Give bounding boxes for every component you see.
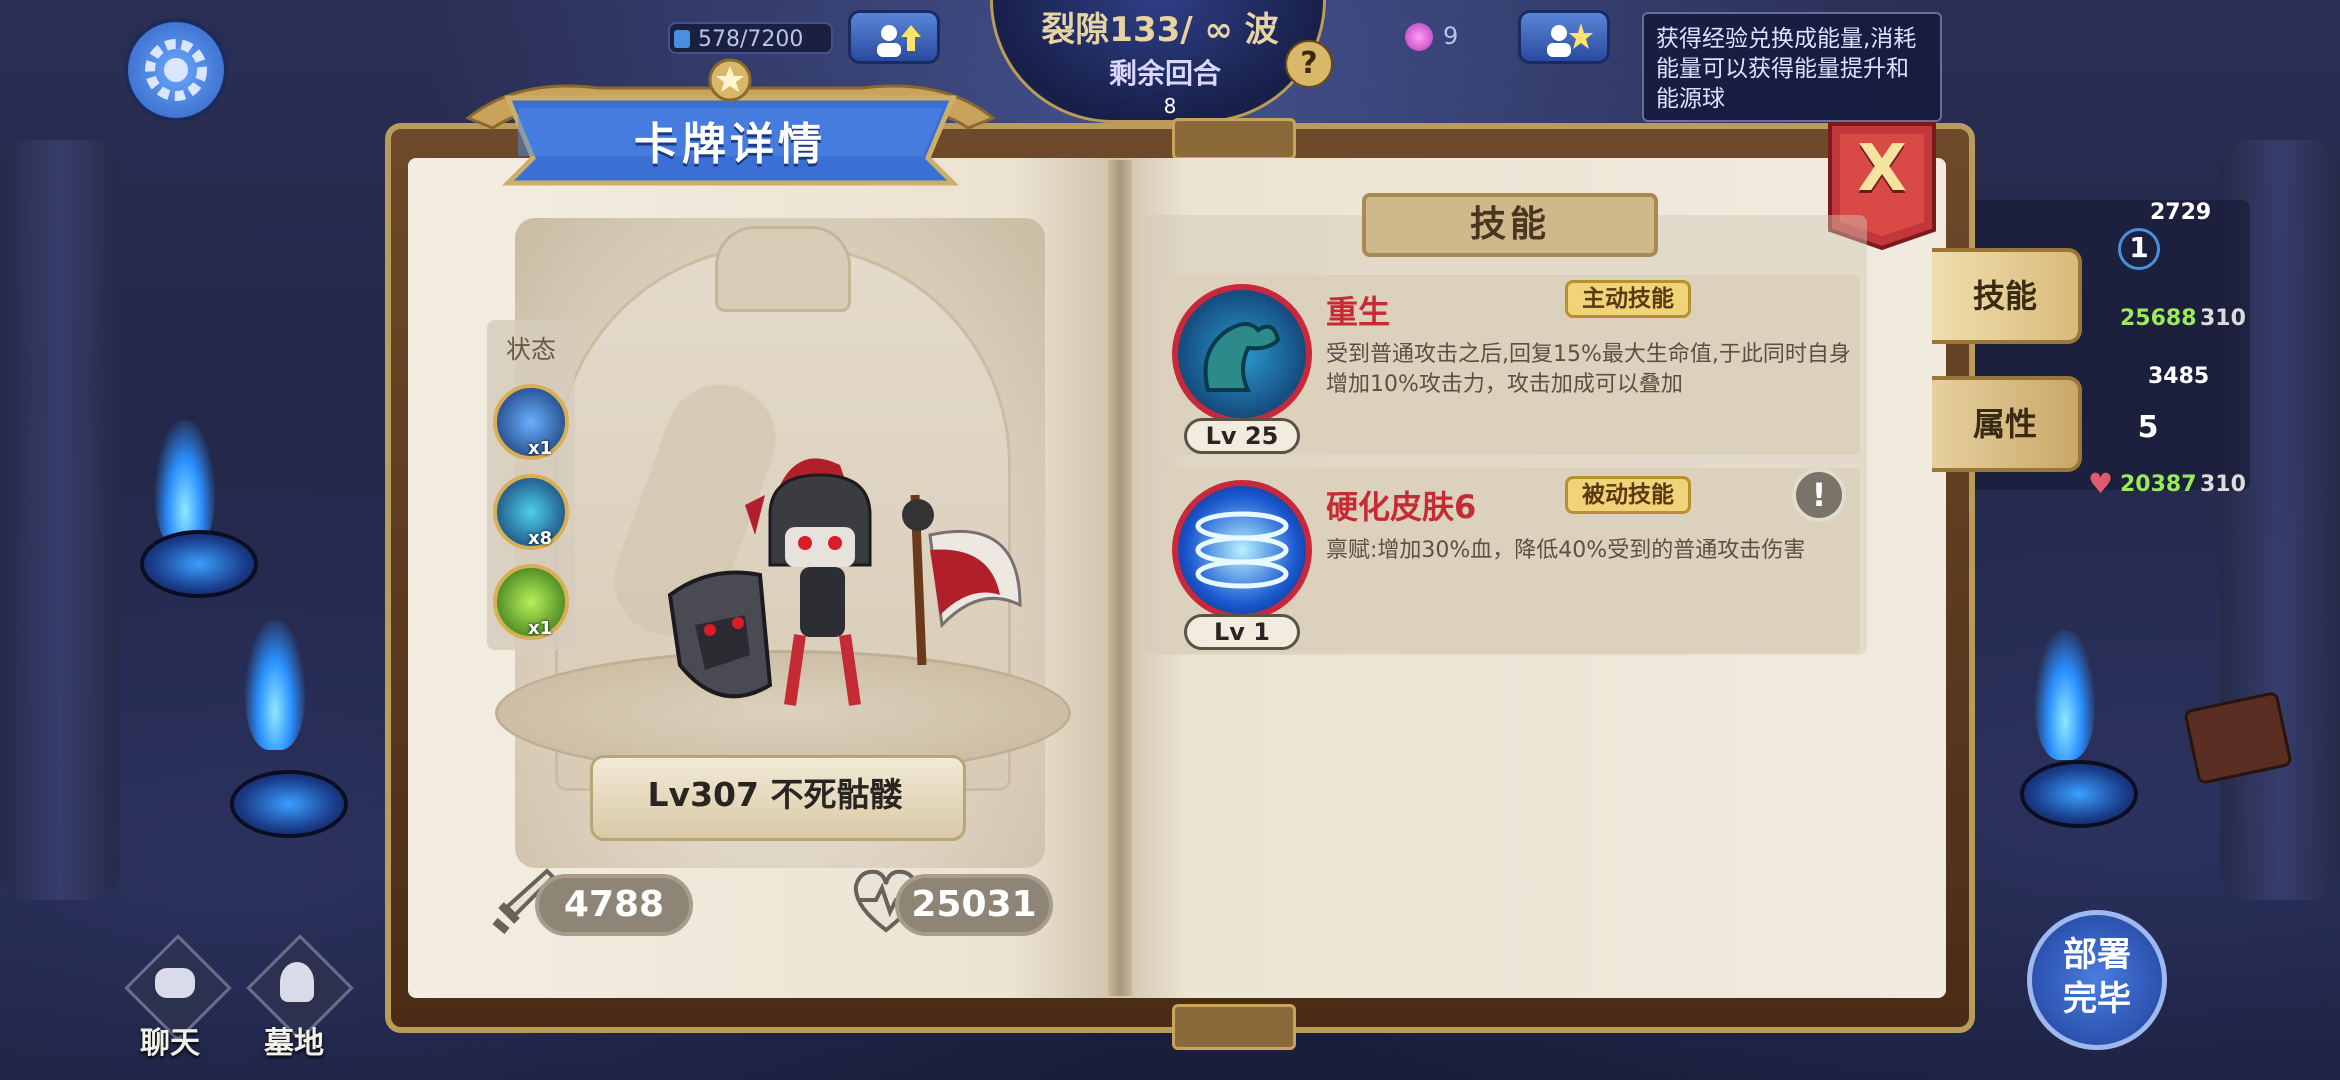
ghost-icon — [280, 962, 314, 1002]
chat-bubble-icon — [155, 968, 195, 998]
attack-value: 4788 — [535, 874, 693, 936]
status-count: x1 — [528, 618, 553, 639]
unit2-level: 5 — [2137, 410, 2159, 445]
passive-skill-tag: 被动技能 — [1565, 476, 1691, 514]
skull-ornament-icon — [715, 226, 851, 312]
blue-rings-icon — [1172, 480, 1312, 620]
skills-header: 技能 — [1362, 193, 1658, 257]
status-count: x1 — [528, 438, 553, 459]
upgrade-button[interactable] — [848, 10, 940, 64]
muscle-arm-icon — [1172, 284, 1312, 424]
energy-tip: 获得经验兑换成能量,消耗能量可以获得能量提升和能源球 — [1642, 12, 1942, 122]
status-label: 状态 — [505, 335, 556, 364]
energy-orb-icon — [1405, 23, 1433, 51]
skill-name: 重生 — [1326, 293, 1391, 331]
skill-description: 禀赋:增加30%血，降低40%受到的普通攻击伤害 — [1326, 538, 1806, 563]
settings-button[interactable] — [124, 18, 228, 122]
unit2-attack: 3485 — [2148, 364, 2210, 389]
unit2-hp: 20387 — [2120, 472, 2197, 497]
team-star-icon — [1547, 23, 1593, 57]
blue-cauldron — [230, 770, 348, 838]
help-button[interactable]: ? — [1285, 40, 1333, 88]
unit1-extra: 310 — [2200, 306, 2246, 331]
active-skill-tag: 主动技能 — [1565, 280, 1691, 318]
tab-skills[interactable]: 技能 — [1932, 248, 2082, 344]
skill-name: 硬化皮肤6 — [1326, 488, 1477, 526]
tab-attributes[interactable]: 属性 — [1932, 376, 2082, 472]
blue-flame-icon — [2035, 630, 2095, 760]
gear-icon — [145, 39, 207, 101]
skill-level: Lv 1 — [1184, 614, 1300, 650]
blue-cauldron — [2020, 760, 2138, 828]
team-up-icon — [877, 25, 921, 57]
book-spine — [1108, 160, 1132, 996]
heart-icon: ♥ — [2088, 467, 2114, 500]
blue-flame-icon — [245, 620, 305, 750]
energy-value: 9 — [1443, 22, 1459, 50]
health-value: 25031 — [895, 874, 1053, 936]
energy-upgrade-button[interactable] — [1518, 10, 1610, 64]
skill-level: Lv 25 — [1184, 418, 1300, 454]
deploy-label-line2: 完毕 — [2063, 979, 2131, 1019]
book-clasp-bottom — [1172, 1004, 1296, 1050]
chat-label: 聊天 — [140, 1026, 200, 1061]
character-name: Lv307 不死骷髅 — [647, 775, 903, 814]
dialog-title: 卡牌详情 — [634, 119, 826, 170]
deploy-label-line1: 部署 — [2063, 935, 2131, 975]
deploy-done-button[interactable]: 部署 完毕 — [2027, 910, 2167, 1050]
book-clasp-top — [1172, 118, 1296, 160]
wave-title: 裂隙133/ ∞ 波 — [1041, 10, 1279, 50]
exp-value: 578/7200 — [698, 27, 804, 52]
remaining-rounds-value: 8 — [1163, 94, 1177, 118]
left-pillar — [0, 140, 120, 900]
skill-info-button[interactable]: ! — [1792, 468, 1846, 522]
unit1-level: 1 — [2118, 228, 2160, 270]
unit1-hp: 25688 — [2120, 306, 2197, 331]
exp-counter: 578/7200 — [668, 22, 833, 54]
unit1-attack: 2729 — [2150, 200, 2212, 225]
blue-cauldron — [140, 530, 258, 598]
remaining-rounds-label: 剩余回合 — [1108, 57, 1221, 90]
undead-skeleton-character — [667, 458, 1022, 706]
skill-description: 受到普通攻击之后,回复15%最大生命值,于此同时自身增加10%攻击力，攻击加成可… — [1326, 342, 1851, 397]
energy-counter: 9 — [1405, 22, 1458, 51]
status-count: x8 — [528, 528, 553, 549]
unit2-extra: 310 — [2200, 472, 2246, 497]
crystal-icon — [674, 30, 690, 48]
close-icon: X — [1857, 132, 1907, 206]
graveyard-label: 墓地 — [264, 1026, 324, 1061]
